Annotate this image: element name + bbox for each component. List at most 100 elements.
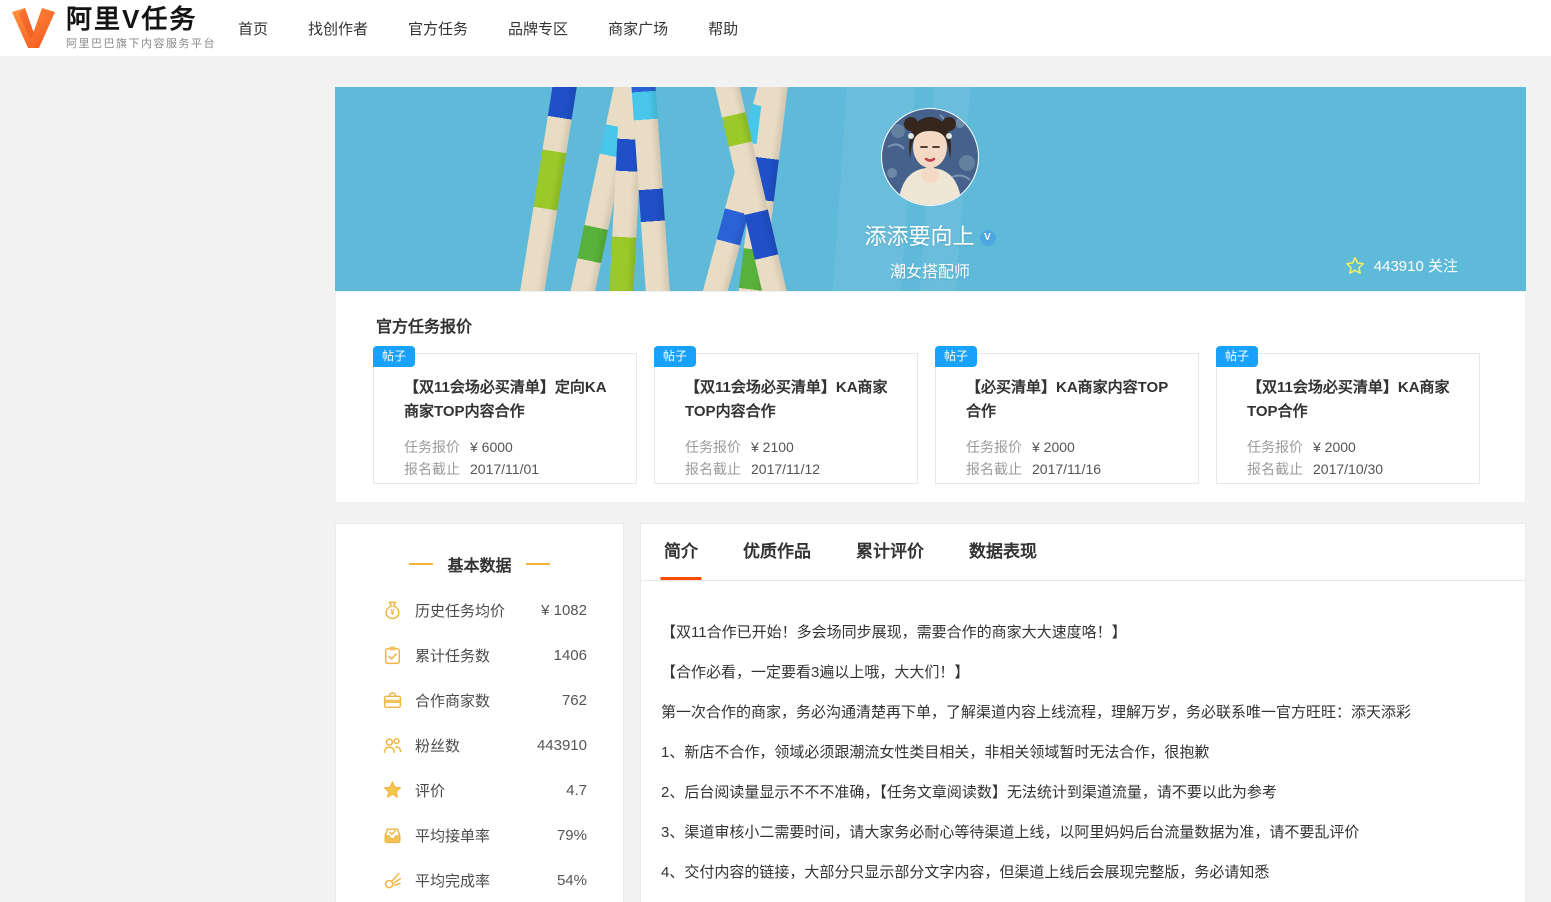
intro-paragraph: 【双11合作已开始！多会场同步展现，需要合作的商家大大速度咯！】 <box>661 624 1127 641</box>
logo-subtitle: 阿里巴巴旗下内容服务平台 <box>66 38 216 50</box>
post-type-badge: 帖子 <box>654 346 697 367</box>
follow-star-icon[interactable] <box>1345 256 1365 276</box>
task-title: 【双11会场必买清单】定向KA商家TOP内容合作 <box>404 379 607 420</box>
price-label: 任务报价 <box>685 439 741 455</box>
stat-row-fans: 粉丝数 443910 <box>336 723 623 768</box>
stat-rows: ¥ 历史任务均价 ¥ 1082 累计任务数 1406 合作商家数 762 粉丝数… <box>336 588 623 902</box>
detail-tabbar: 简介 优质作品 累计评价 数据表现 <box>641 524 1525 581</box>
deadline-label: 报名截止 <box>1247 461 1303 477</box>
stat-value: 4.7 <box>566 782 587 799</box>
post-type-badge: 帖子 <box>1216 346 1259 367</box>
intro-paragraph: 【合作必看，一定要看3遍以上哦，大大们！】 <box>661 664 970 681</box>
fans-people-icon <box>383 737 402 754</box>
title-dash <box>525 563 550 565</box>
section-title: 官方任务报价 <box>376 319 473 336</box>
stat-row-rating: 评价 4.7 <box>336 768 623 813</box>
ali-v-logo-icon <box>12 8 55 48</box>
stat-value: 54% <box>556 872 587 889</box>
followers-count: 443910 关注 <box>1373 258 1458 275</box>
task-card[interactable]: 帖子 【双11会场必买清单】KA商家TOP合作 任务报价 ¥ 2000 报名截止… <box>1216 346 1480 484</box>
price-label: 任务报价 <box>1247 439 1303 455</box>
deadline-value: 2017/11/01 <box>470 461 540 477</box>
stat-value: 1406 <box>553 647 587 664</box>
profile-detail-panel: 简介 优质作品 累计评价 数据表现 【双11合作已开始！多会场同步展现，需要合作… <box>640 523 1526 902</box>
title-dash <box>409 563 434 565</box>
tab-featured-works[interactable]: 优质作品 <box>743 524 811 580</box>
nav-item-brand-zone[interactable]: 品牌专区 <box>508 18 568 39</box>
nav-item-home[interactable]: 首页 <box>238 18 268 39</box>
tab-data-performance[interactable]: 数据表现 <box>969 524 1037 580</box>
task-card[interactable]: 帖子 【必买清单】KA商家内容TOP合作 任务报价 ¥ 2000 报名截止 20… <box>935 346 1199 484</box>
main-nav: 首页 找创作者 官方任务 品牌专区 商家广场 帮助 <box>238 0 738 57</box>
task-title: 【双11会场必买清单】KA商家TOP内容合作 <box>685 379 888 420</box>
profile-banner: 添添要向上 V 潮女搭配师 443910 关注 <box>335 87 1526 291</box>
task-deadline-row: 报名截止 2017/11/01 <box>404 458 620 480</box>
stat-value: 443910 <box>536 737 587 754</box>
basic-data-panel: 基本数据 ¥ 历史任务均价 ¥ 1082 累计任务数 1406 合作商家数 76… <box>335 523 624 902</box>
stat-row-partner-merchants: 合作商家数 762 <box>336 678 623 723</box>
task-card[interactable]: 帖子 【双11会场必买清单】定向KA商家TOP内容合作 任务报价 ¥ 6000 … <box>373 346 637 484</box>
task-price-row: 任务报价 ¥ 2000 <box>966 436 1182 458</box>
price-label: 任务报价 <box>966 439 1022 455</box>
profile-name-text: 添添要向上 <box>864 224 975 249</box>
stat-label: 历史任务均价 <box>415 603 506 620</box>
price-label: 任务报价 <box>404 439 460 455</box>
intro-paragraph: 4、交付内容的链接，大部分只显示部分文字内容，但渠道上线后会展现完整版，务必请知… <box>661 864 1270 881</box>
intro-paragraph: 2、后台阅读量显示不不不准确，【任务文章阅读数】无法统计到渠道流量，请不要以此为… <box>661 784 1277 801</box>
intro-paragraph: 第一次合作的商家，务必沟通清楚再下单，了解渠道内容上线流程，理解万岁，务必联系唯… <box>661 704 1412 721</box>
stat-value: 79% <box>556 827 587 844</box>
task-price-row: 任务报价 ¥ 6000 <box>404 436 620 458</box>
deadline-label: 报名截止 <box>404 461 460 477</box>
task-deadline-row: 报名截止 2017/11/12 <box>685 458 901 480</box>
intro-paragraph: 1、新店不合作，领域必须跟潮流女性类目相关，非相关领域暂时无法合作，很抱歉 <box>661 744 1210 761</box>
stat-row-completion-rate: 平均完成率 54% <box>336 858 623 902</box>
top-nav: 阿里V任务 阿里巴巴旗下内容服务平台 首页 找创作者 官方任务 品牌专区 商家广… <box>0 0 1551 57</box>
logo-title: 阿里V任务 <box>66 4 198 34</box>
price-value: ¥ 2100 <box>751 439 794 455</box>
logo-text: 阿里V任务 阿里巴巴旗下内容服务平台 <box>66 5 216 51</box>
rating-star-icon <box>384 781 401 798</box>
intro-paragraph: 3、渠道审核小二需要时间，请大家务必耐心等待渠道上线，以阿里妈妈后台流量数据为准… <box>661 824 1360 841</box>
basic-data-title: 基本数据 <box>336 552 623 576</box>
deadline-value: 2017/11/12 <box>751 461 821 477</box>
nav-item-merchant-square[interactable]: 商家广场 <box>608 18 668 39</box>
inbox-check-icon <box>384 828 401 844</box>
price-value: ¥ 2000 <box>1313 439 1356 455</box>
nav-item-find-creators[interactable]: 找创作者 <box>308 18 368 39</box>
intro-text: 【双11合作已开始！多会场同步展现，需要合作的商家大大速度咯！】 【合作必看，一… <box>641 581 1525 883</box>
avatar <box>881 108 979 206</box>
task-title: 【必买清单】KA商家内容TOP合作 <box>966 379 1169 420</box>
briefcase-icon <box>383 692 402 709</box>
task-title: 【双11会场必买清单】KA商家TOP合作 <box>1247 379 1450 420</box>
svg-text:¥: ¥ <box>390 607 395 617</box>
task-deadline-row: 报名截止 2017/10/30 <box>1247 458 1463 480</box>
task-card[interactable]: 帖子 【双11会场必买清单】KA商家TOP内容合作 任务报价 ¥ 2100 报名… <box>654 346 918 484</box>
tab-intro[interactable]: 简介 <box>664 524 698 580</box>
official-task-quotes-section: 官方任务报价 帖子 【双11会场必买清单】定向KA商家TOP内容合作 任务报价 … <box>335 291 1526 503</box>
deadline-value: 2017/10/30 <box>1313 461 1384 477</box>
tab-cumulative-reviews[interactable]: 累计评价 <box>856 524 924 580</box>
verified-v-badge-icon: V <box>979 230 996 247</box>
money-bag-icon: ¥ <box>385 601 400 620</box>
page: 阿里V任务 阿里巴巴旗下内容服务平台 首页 找创作者 官方任务 品牌专区 商家广… <box>0 0 1551 902</box>
basic-data-title-text: 基本数据 <box>447 558 512 575</box>
task-price-row: 任务报价 ¥ 2100 <box>685 436 901 458</box>
task-card-list: 帖子 【双11会场必买清单】定向KA商家TOP内容合作 任务报价 ¥ 6000 … <box>373 346 1480 484</box>
stat-row-total-tasks: 累计任务数 1406 <box>336 633 623 678</box>
stat-label: 粉丝数 <box>415 738 461 755</box>
post-type-badge: 帖子 <box>373 346 416 367</box>
stat-label: 累计任务数 <box>415 648 491 665</box>
nav-item-official-tasks[interactable]: 官方任务 <box>408 18 468 39</box>
task-price-row: 任务报价 ¥ 2000 <box>1247 436 1463 458</box>
nav-item-help[interactable]: 帮助 <box>708 18 738 39</box>
logo[interactable]: 阿里V任务 阿里巴巴旗下内容服务平台 <box>10 5 216 51</box>
ok-hand-icon <box>384 872 402 889</box>
stat-value: ¥ 1082 <box>541 602 587 619</box>
stat-label: 平均接单率 <box>415 828 491 845</box>
stat-label: 合作商家数 <box>415 693 491 710</box>
deadline-label: 报名截止 <box>685 461 741 477</box>
stat-value: 762 <box>561 692 587 709</box>
task-clipboard-icon <box>384 646 401 665</box>
profile-category: 潮女搭配师 <box>889 264 970 281</box>
deadline-value: 2017/11/16 <box>1032 461 1102 477</box>
